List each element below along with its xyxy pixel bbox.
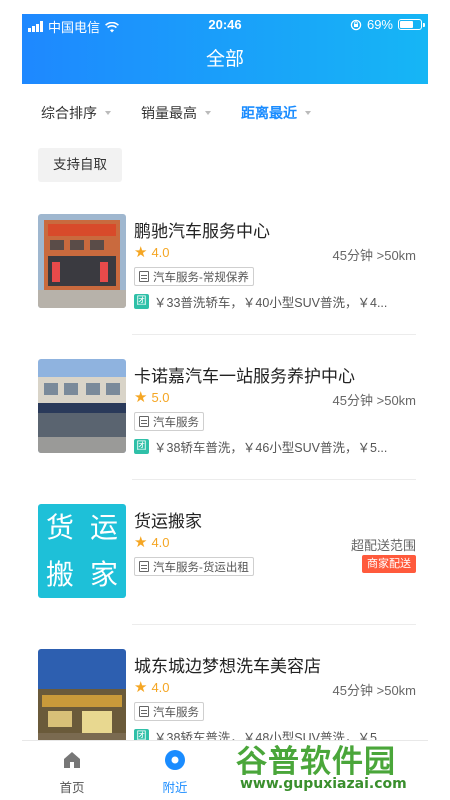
store-icon — [139, 561, 149, 572]
filter-sort-distance[interactable]: 距离最近 — [241, 103, 311, 123]
shop-name: 鹏驰汽车服务中心 — [134, 222, 270, 241]
battery-percent: 69% — [366, 17, 393, 32]
group-buy-badge: 团 — [134, 439, 149, 454]
home-icon — [64, 752, 80, 768]
caret-down-icon — [105, 111, 111, 115]
watermark-logo: 谷普软件园 www.gupuxiazai.com — [228, 736, 450, 796]
category-label: 汽车服务 — [153, 706, 199, 719]
caret-down-icon — [305, 111, 311, 115]
shop-name: 城东城边梦想洗车美容店 — [134, 657, 321, 676]
tab-label: 首页 — [59, 781, 85, 795]
tab-nearby[interactable]: 附近 — [145, 749, 205, 796]
filter-bar: 综合排序 销量最高 距离最近 — [22, 84, 428, 140]
location-icon — [165, 750, 185, 770]
shop-distance: 45分钟 >50km — [332, 393, 416, 408]
filter-label: 销量最高 — [141, 105, 197, 121]
category-tag: 汽车服务-常规保养 — [134, 267, 254, 286]
category-tag: 汽车服务-货运出租 — [134, 557, 254, 576]
caret-down-icon — [205, 111, 211, 115]
watermark-url: www.gupuxiazai.com — [240, 776, 407, 792]
shop-item-2[interactable]: 卡诺嘉汽车一站服务养护中心 ★ 5.0 45分钟 >50km 汽车服务 团 ￥3… — [22, 335, 428, 480]
shop-rating: ★ 4.0 — [134, 535, 170, 550]
status-right: 69% — [350, 17, 425, 32]
rating-value: 4.0 — [151, 680, 170, 695]
chip-row: 支持自取 — [22, 140, 428, 190]
filter-sort-sales[interactable]: 销量最高 — [141, 103, 211, 123]
category-label: 汽车服务-常规保养 — [153, 271, 249, 284]
star-icon: ★ — [134, 244, 148, 261]
deal-text: ￥38轿车普洗，￥46小型SUV普洗，￥5... — [154, 441, 388, 455]
shop-rating: ★ 4.0 — [134, 245, 170, 260]
group-deal: 团 ￥38轿车普洗，￥46小型SUV普洗，￥5... — [134, 437, 414, 456]
star-icon: ★ — [134, 389, 148, 406]
logo-char: 运 — [89, 512, 118, 543]
shop-rating: ★ 4.0 — [134, 680, 170, 695]
self-pickup-chip[interactable]: 支持自取 — [38, 148, 122, 182]
group-deal: 团 ￥33普洗轿车，￥40小型SUV普洗，￥4... — [134, 292, 414, 311]
filter-sort-overall[interactable]: 综合排序 — [41, 103, 111, 123]
shop-item-3[interactable]: 货 运 搬 家 货运搬家 ★ 4.0 超配送范围 商家配送 汽车服务-货运出租 — [22, 480, 428, 625]
tab-label: 附近 — [162, 781, 188, 795]
logo-char: 货 — [45, 512, 74, 543]
store-icon — [139, 706, 149, 717]
shop-name: 货运搬家 — [134, 512, 202, 531]
status-bar: 中国电信 20:46 69% — [22, 14, 428, 36]
logo-char: 家 — [89, 559, 118, 590]
shop-distance: 45分钟 >50km — [332, 683, 416, 698]
phone-screen: 中国电信 20:46 69% 全部 综合排序 销量最高 距离最近 支持自取 鹏驰… — [22, 14, 428, 800]
shop-photo — [38, 359, 126, 453]
star-icon: ★ — [134, 679, 148, 696]
rating-value: 4.0 — [151, 245, 170, 260]
rating-value: 5.0 — [151, 390, 170, 405]
category-label: 汽车服务 — [153, 416, 199, 429]
merchant-delivery-badge: 商家配送 — [362, 555, 416, 573]
filter-label: 综合排序 — [41, 105, 97, 121]
shop-logo: 货 运 搬 家 — [38, 504, 126, 598]
shop-rating: ★ 5.0 — [134, 390, 170, 405]
shop-photo — [38, 649, 126, 743]
star-icon: ★ — [134, 534, 148, 551]
orientation-lock-icon — [350, 19, 362, 30]
battery-icon — [398, 19, 425, 30]
shop-name: 卡诺嘉汽车一站服务养护中心 — [134, 367, 355, 386]
watermark-title: 谷普软件园 — [236, 744, 396, 780]
shop-distance: 45分钟 >50km — [332, 248, 416, 263]
rating-value: 4.0 — [151, 535, 170, 550]
category-label: 汽车服务-货运出租 — [153, 561, 249, 574]
group-buy-badge: 团 — [134, 294, 149, 309]
category-tag: 汽车服务 — [134, 702, 204, 721]
category-tag: 汽车服务 — [134, 412, 204, 431]
filter-label: 距离最近 — [241, 105, 297, 121]
out-of-range-label: 超配送范围 — [350, 538, 416, 553]
shop-photo — [38, 214, 126, 308]
store-icon — [139, 271, 149, 282]
shop-item-1[interactable]: 鹏驰汽车服务中心 ★ 4.0 45分钟 >50km 汽车服务-常规保养 团 ￥3… — [22, 190, 428, 335]
tab-home[interactable]: 首页 — [42, 749, 102, 796]
store-icon — [139, 416, 149, 427]
logo-char: 搬 — [45, 559, 74, 590]
battery-level — [400, 21, 414, 28]
page-title: 全部 — [22, 36, 428, 84]
deal-text: ￥33普洗轿车，￥40小型SUV普洗，￥4... — [154, 296, 388, 310]
